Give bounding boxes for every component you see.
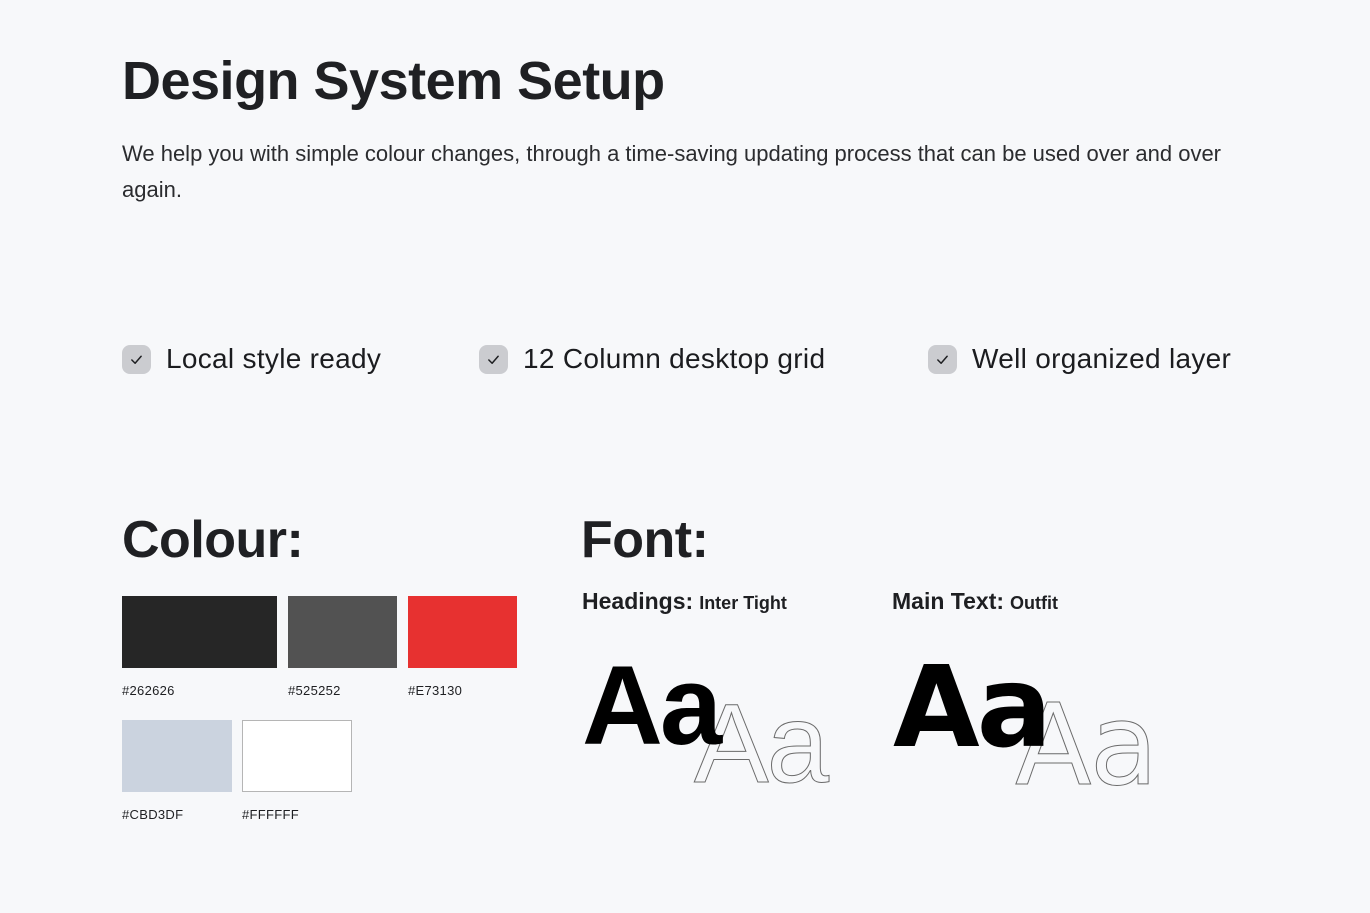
main-text-sample-solid: Aa [893, 643, 1052, 773]
colour-section-title: Colour: [122, 511, 304, 569]
intro-text: We help you with simple colour changes, … [122, 141, 1222, 202]
colour-swatch [288, 596, 397, 668]
feature-item-local-style: Local style ready [122, 337, 381, 381]
feature-label: 12 Column desktop grid [523, 343, 826, 374]
font-section-title: Font: [581, 511, 709, 569]
feature-label: Well organized layer [972, 343, 1232, 374]
headings-font-name: Inter Tight [699, 593, 787, 613]
feature-item-column-grid: 12 Column desktop grid [479, 337, 825, 381]
colour-swatch-label: #CBD3DF [122, 807, 184, 822]
feature-label: Local style ready [166, 343, 382, 374]
colour-swatch [242, 720, 352, 792]
colour-swatch [408, 596, 517, 668]
check-icon [122, 344, 151, 374]
headings-sample-solid: Aa [582, 643, 722, 768]
colour-swatch-label: #262626 [122, 683, 175, 698]
colour-swatch [122, 720, 232, 792]
check-icon [479, 344, 508, 374]
colour-swatch-label: #525252 [288, 683, 341, 698]
colour-swatch-label: #E73130 [408, 683, 463, 698]
main-text-key: Main Text: [892, 588, 1005, 614]
main-text-font-name: Outfit [1010, 593, 1059, 613]
colour-swatch-label: #FFFFFF [242, 807, 299, 822]
check-icon [928, 344, 957, 374]
colour-swatch [122, 596, 277, 668]
feature-item-organized-layer: Well organized layer [928, 337, 1231, 381]
main-text-font-label: Main Text: Outfit [892, 588, 1058, 615]
feature-list: Local style ready 12 Column desktop grid… [122, 337, 1272, 381]
headings-key: Headings: [582, 588, 694, 614]
headings-font-label: Headings: Inter Tight [582, 588, 787, 615]
page-title: Design System Setup [122, 51, 665, 111]
